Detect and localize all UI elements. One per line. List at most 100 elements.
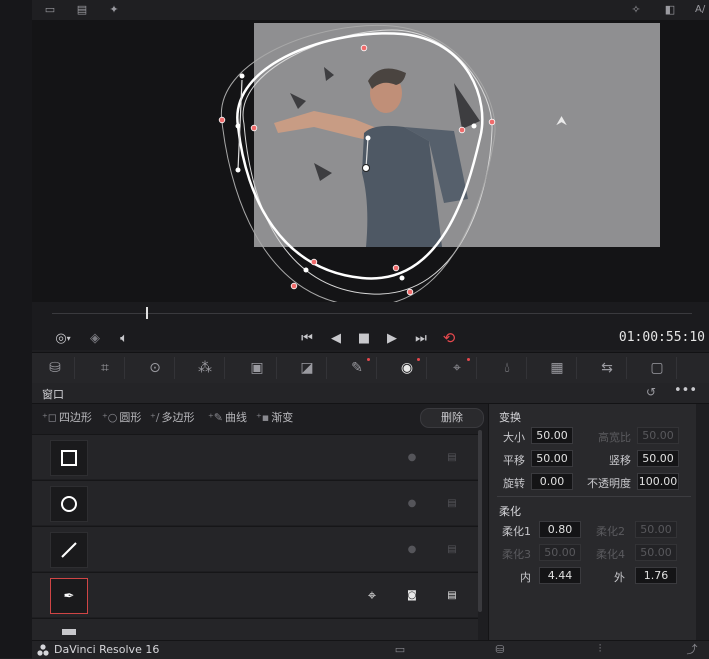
inside-label: 内 [520,571,531,584]
curve-thumb[interactable]: ✒︎ [50,578,88,614]
window-row-square[interactable]: ● ▤ [32,434,478,479]
loop-icon[interactable]: ⟲ [438,328,460,348]
media-page-icon[interactable]: ▭ [392,642,408,656]
aspect-field[interactable]: 50.00 [637,427,679,444]
compare-icon[interactable]: ◧ [662,3,678,16]
delete-button[interactable]: 删除 [420,408,484,428]
mask-icon[interactable]: ▤ [444,541,460,557]
square-thumb[interactable] [50,440,88,476]
add-circle-button[interactable]: ⁺○ 圆形 [102,409,141,425]
aspect-label: 高宽比 [598,431,631,444]
blur-icon[interactable]: 💧︎ [488,357,527,379]
pen-icon: ⁺✎ [208,410,224,424]
rotate-label: 旋转 [503,477,525,490]
more-options-icon[interactable]: ••• [674,383,697,398]
tilt-field[interactable]: 50.00 [637,450,679,467]
linear-thumb[interactable] [50,532,88,568]
window-row-gradient[interactable] [32,618,478,641]
square-icon [61,450,77,466]
window-row-curve-selected[interactable]: ✒︎ ⌖ ◙ ▤ [32,572,478,617]
mask-icon[interactable]: ▤ [444,587,460,603]
circle-icon: ⁺○ [102,410,118,424]
audio-label: A/ [695,4,706,15]
play-reverse-icon[interactable]: ◀︎ [326,328,346,348]
circle-thumb[interactable] [50,486,88,522]
play-icon[interactable]: ▶︎ [382,328,402,348]
pen-tool-icon: ✒︎ [63,588,75,604]
stop-icon[interactable]: ■ [354,328,374,348]
qualifier-eyedropper-icon[interactable]: ✎ [338,357,377,379]
soft2-field[interactable]: 50.00 [635,521,677,538]
palette-toolbar: ⛁ ⌗ ⊙ ⁂ ▣ ◪ ✎ ◉ ⌖ 💧︎ ▦ ⇆ ▢ [32,352,709,384]
add-quad-button[interactable]: ⁺◻ 四边形 [42,409,92,425]
single-viewer-icon[interactable]: ▭ [42,3,58,16]
mask-icon[interactable]: ▤ [444,495,460,511]
soft1-label: 柔化1 [502,525,531,538]
line-icon [61,542,77,558]
soft1-field[interactable]: 0.80 [539,521,581,538]
window-shape-dropdown[interactable]: ◎ ▾ [46,328,80,348]
rotate-field[interactable]: 0.00 [531,473,573,490]
add-gradient-button[interactable]: ⁺▪ 渐变 [256,409,293,425]
invert-icon[interactable]: ● [404,541,420,557]
polygon-icon: ⁺∕ [150,410,160,424]
crosshair-icon[interactable]: ⌖ [364,586,380,604]
window-row-linear[interactable]: ● ▤ [32,526,478,571]
tracker-icon[interactable]: ⌖ [438,357,477,379]
color-warper-icon[interactable]: ⛁ [36,357,75,379]
window-list-panel: ⁺◻ 四边形 ⁺○ 圆形 ⁺∕ 多边形 ⁺✎ 曲线 ⁺▪ 渐变 删除 ● ▤ ● ▤ ● … [32,404,484,641]
oval-window-icon: ◎ [55,330,67,346]
rgb-mixer-icon[interactable]: ⁂ [186,357,225,379]
matte-finesse-icon[interactable]: ⌗ [86,357,125,379]
sparkle-icon[interactable]: ✧ [628,3,644,16]
timeline-scrubber[interactable] [32,302,709,326]
power-window-mask[interactable] [32,20,709,302]
pan-field[interactable]: 50.00 [531,450,573,467]
3d-icon[interactable]: ▢ [638,357,677,379]
fairlight-page-icon[interactable]: ⫶ [592,642,608,656]
soft4-field[interactable]: 50.00 [635,544,677,561]
right-panel-gutter [696,404,709,640]
quad-icon: ⁺◻ [42,410,57,424]
left-strip [0,0,32,658]
outside-field[interactable]: 1.76 [635,567,677,584]
tracker-target-icon[interactable]: ⊙ [136,357,175,379]
size-label: 大小 [503,431,525,444]
window-tool-icon[interactable]: ◉ [388,357,427,379]
speaker-icon[interactable]: 🔈︎ [114,328,134,348]
transform-panel: 变换 大小 50.00 高宽比 50.00 平移 50.00 竖移 50.00 … [488,404,699,640]
highlight-wand-icon[interactable]: ✦ [106,3,122,16]
soft3-field[interactable]: 50.00 [539,544,581,561]
deliver-page-icon[interactable]: ⤴ [684,642,700,656]
window-panel-header: 窗口 ↺ ••• [32,383,709,404]
invert-icon[interactable]: ● [404,495,420,511]
edit-page-icon[interactable]: ⛁ [492,642,508,656]
scrubber-track [52,313,692,314]
gallery-icon[interactable]: ▤ [74,3,90,16]
invert-icon[interactable]: ● [404,449,420,465]
viewer[interactable]: ⮝ [32,20,709,302]
add-curve-button[interactable]: ⁺✎ 曲线 [208,409,247,425]
layers-icon[interactable]: ◈ [86,328,104,348]
transport-bar: ◎ ▾ ◈ 🔈︎ ⏮︎ ◀︎ ■ ▶︎ ⏭︎ ⟲ 01:00:55:10 [32,326,709,350]
size-field[interactable]: 50.00 [531,427,573,444]
motion-effects-icon[interactable]: ▣ [238,357,277,379]
reset-icon[interactable]: ↺ [646,385,656,399]
window-list-scrollbar[interactable] [478,430,482,612]
add-polygon-button[interactable]: ⁺∕ 多边形 [150,409,195,425]
mask-icon[interactable]: ▤ [444,449,460,465]
section-divider [497,496,691,497]
skip-start-icon[interactable]: ⏮︎ [296,328,318,348]
sizing-icon[interactable]: ⇆ [588,357,627,379]
curves-icon[interactable]: ◪ [288,357,327,379]
transform-title: 变换 [499,411,521,424]
outside-label: 外 [614,571,625,584]
key-icon[interactable]: ▦ [538,357,577,379]
davinci-logo-icon [37,644,49,656]
window-row-circle[interactable]: ● ▤ [32,480,478,525]
invert-icon[interactable]: ◙ [404,587,420,603]
opacity-field[interactable]: 100.00 [637,473,679,490]
inside-field[interactable]: 4.44 [539,567,581,584]
playhead[interactable] [146,307,148,319]
skip-end-icon[interactable]: ⏭︎ [410,328,432,348]
